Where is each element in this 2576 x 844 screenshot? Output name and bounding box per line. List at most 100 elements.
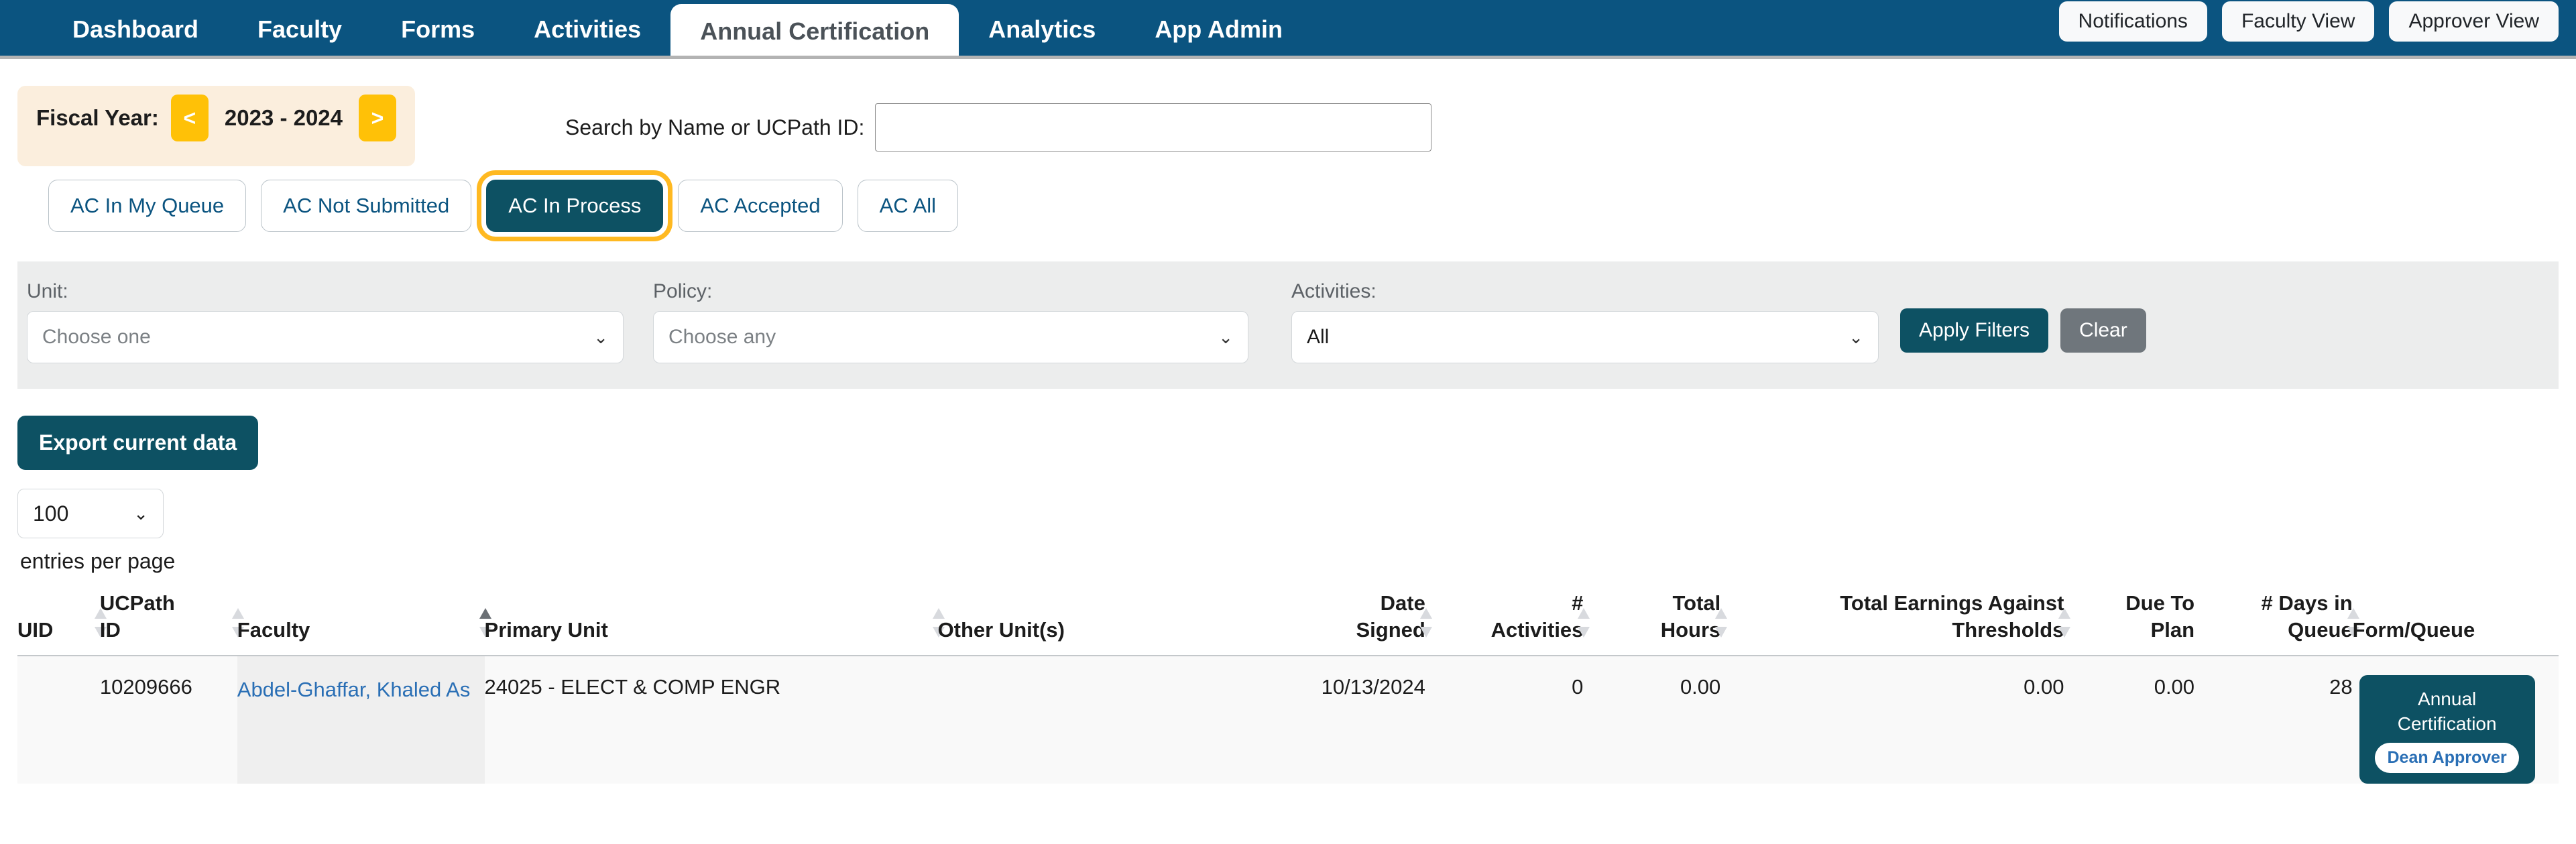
cell-ucpath-id: 10209666 — [100, 656, 237, 783]
apply-filters-button[interactable]: Apply Filters — [1900, 308, 2048, 353]
nav-tab-activities[interactable]: Activities — [504, 0, 670, 59]
column-header-days-in-queue[interactable]: # Days inQueue — [2194, 590, 2353, 656]
chevron-down-icon: ⌄ — [133, 503, 148, 524]
certification-table: UIDUCPathIDFacultyPrimary UnitOther Unit… — [17, 590, 2559, 784]
table-header: UIDUCPathIDFacultyPrimary UnitOther Unit… — [17, 590, 2559, 656]
nav-tab-dashboard[interactable]: Dashboard — [43, 0, 228, 59]
column-header-text: Form/Queue — [2353, 617, 2559, 644]
notifications-button[interactable]: Notifications — [2059, 1, 2207, 42]
pill-tab-ac-all[interactable]: AC All — [858, 180, 958, 232]
column-header-text: Total Earnings Against — [1720, 590, 2064, 617]
nav-tab-annual-certification[interactable]: Annual Certification — [670, 4, 959, 59]
column-header-text: UID — [17, 617, 100, 644]
column-header-due-to-plan: Due ToPlan — [2064, 590, 2194, 656]
cell-faculty: Abdel-Ghaffar, Khaled As — [237, 656, 485, 783]
search-label: Search by Name or UCPath ID: — [565, 115, 864, 140]
column-header-text: Due To — [2064, 590, 2194, 617]
activities-select[interactable]: All ⌄ — [1291, 311, 1879, 363]
activities-select-value: All — [1307, 326, 1329, 349]
export-current-data-button[interactable]: Export current data — [17, 416, 258, 470]
nav-tab-app-admin[interactable]: App Admin — [1125, 0, 1312, 59]
approver-role-badge: Dean Approver — [2375, 743, 2518, 773]
unit-select[interactable]: Choose one ⌄ — [27, 311, 624, 363]
cell-date-signed: 10/13/2024 — [1267, 656, 1425, 783]
column-header-uid[interactable]: UID — [17, 590, 100, 656]
approver-view-button[interactable]: Approver View — [2389, 1, 2559, 42]
fiscal-year-value: 2023 - 2024 — [221, 105, 347, 131]
column-header-text: Thresholds — [1720, 617, 2064, 644]
activities-filter-label: Activities: — [1291, 280, 1879, 303]
fiscal-year-next-button[interactable]: > — [359, 95, 396, 141]
search-input[interactable] — [875, 103, 1431, 152]
pill-tab-ac-not-submitted[interactable]: AC Not Submitted — [261, 180, 471, 232]
unit-filter-group: Unit: Choose one ⌄ — [27, 280, 624, 363]
filter-bar: Unit: Choose one ⌄ Policy: Choose any ⌄ … — [17, 261, 2559, 389]
policy-filter-group: Policy: Choose any ⌄ — [653, 280, 1248, 363]
column-header-ucpath-id[interactable]: UCPathID — [100, 590, 237, 656]
table-row: 10209666Abdel-Ghaffar, Khaled As 24025 - … — [17, 656, 2559, 783]
chevron-down-icon: ⌄ — [1218, 327, 1233, 348]
column-header-text: Hours — [1583, 617, 1720, 644]
unit-select-value: Choose one — [42, 326, 151, 349]
form-queue-title: Annual Certification — [2370, 687, 2524, 736]
nav-tab-list: DashboardFacultyFormsActivitiesAnnual Ce… — [43, 0, 1312, 59]
column-header-total-hours[interactable]: TotalHours — [1583, 590, 1720, 656]
pill-tab-ac-in-my-queue[interactable]: AC In My Queue — [48, 180, 246, 232]
table-body: 10209666Abdel-Ghaffar, Khaled As 24025 - … — [17, 656, 2559, 783]
policy-filter-label: Policy: — [653, 280, 1248, 303]
column-header-text: Activities — [1425, 617, 1584, 644]
column-header-text: # Days in — [2194, 590, 2353, 617]
column-header-total-earnings[interactable]: Total Earnings AgainstThresholds — [1720, 590, 2064, 656]
export-area: Export current data — [0, 389, 2576, 470]
cell-other-units — [938, 656, 1268, 783]
cell-total-hours: 0.00 — [1583, 656, 1720, 783]
column-header-text: UCPath — [100, 590, 237, 617]
column-header-text: Total — [1583, 590, 1720, 617]
entries-per-page-area: 100 ⌄ entries per page — [0, 470, 2576, 574]
column-header-text: # — [1425, 590, 1584, 617]
cell-days-in-queue: 28 — [2194, 656, 2353, 783]
pill-tab-ac-accepted[interactable]: AC Accepted — [678, 180, 842, 232]
nav-tab-analytics[interactable]: Analytics — [959, 0, 1125, 59]
column-header-primary-unit[interactable]: Primary Unit — [485, 590, 938, 656]
entries-per-page-select[interactable]: 100 ⌄ — [17, 489, 164, 538]
cell-total-earnings: 0.00 — [1720, 656, 2064, 783]
column-header-other-units: Other Unit(s) — [938, 590, 1268, 656]
cell-uid — [17, 656, 100, 783]
column-header-form-queue: Form/Queue — [2353, 590, 2559, 656]
column-header-text: Faculty — [237, 617, 485, 644]
policy-select[interactable]: Choose any ⌄ — [653, 311, 1248, 363]
table-header-row: UIDUCPathIDFacultyPrimary UnitOther Unit… — [17, 590, 2559, 656]
ac-filter-tabs: AC In My Queue AC Not Submitted AC In Proc… — [0, 160, 2576, 240]
unit-filter-label: Unit: — [27, 280, 624, 303]
cell-primary-unit: 24025 - ELECT & COMP ENGR — [485, 656, 938, 783]
column-header-text: Primary Unit — [485, 617, 938, 644]
column-header-text: Plan — [2064, 617, 2194, 644]
cell-num-activities: 0 — [1425, 656, 1584, 783]
column-header-num-activities[interactable]: #Activities — [1425, 590, 1584, 656]
nav-tab-forms[interactable]: Forms — [371, 0, 504, 59]
search-area: Search by Name or UCPath ID: — [565, 103, 1431, 152]
fiscal-year-prev-button[interactable]: < — [171, 95, 209, 141]
chevron-down-icon: ⌄ — [593, 327, 608, 348]
activities-filter-group: Activities: All ⌄ — [1291, 280, 1879, 363]
column-header-date-signed[interactable]: DateSigned — [1267, 590, 1425, 656]
column-header-faculty[interactable]: Faculty — [237, 590, 485, 656]
cell-form-queue: Annual Certification Dean Approver — [2353, 656, 2559, 783]
nav-tab-faculty[interactable]: Faculty — [228, 0, 371, 59]
cell-due-to-plan: 0.00 — [2064, 656, 2194, 783]
pill-tab-ac-in-process[interactable]: AC In Process — [486, 180, 663, 232]
column-header-text: Other Unit(s) — [938, 617, 1268, 644]
top-navigation-bar: DashboardFacultyFormsActivitiesAnnual Ce… — [0, 0, 2576, 59]
filter-action-buttons: Apply Filters Clear — [1900, 308, 2146, 353]
app-page: DashboardFacultyFormsActivitiesAnnual Ce… — [0, 0, 2576, 844]
entries-per-page-value: 100 — [33, 501, 68, 526]
faculty-name-link[interactable]: Abdel-Ghaffar, Khaled As — [237, 678, 471, 701]
column-header-text: Signed — [1267, 617, 1425, 644]
faculty-view-button[interactable]: Faculty View — [2222, 1, 2375, 42]
column-header-text: Queue — [2194, 617, 2353, 644]
form-queue-card[interactable]: Annual Certification Dean Approver — [2359, 675, 2535, 783]
fiscal-year-and-search-row: Fiscal Year: < 2023 - 2024 > Search by N… — [0, 59, 2576, 160]
fiscal-year-selector: Fiscal Year: < 2023 - 2024 > — [17, 86, 415, 166]
clear-filters-button[interactable]: Clear — [2060, 308, 2146, 353]
